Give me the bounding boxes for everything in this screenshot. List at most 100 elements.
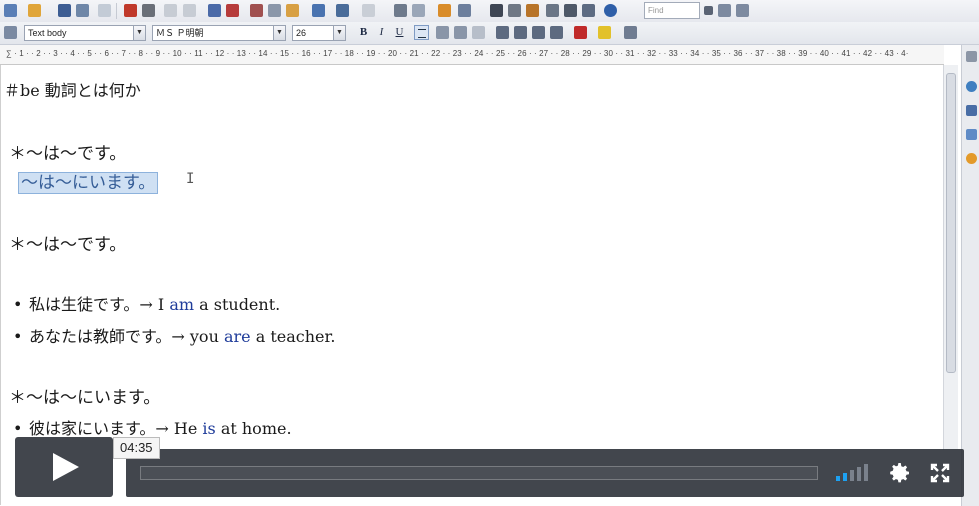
spellcheck-icon[interactable] xyxy=(208,4,221,17)
find-previous-icon[interactable] xyxy=(736,4,749,17)
align-left-button[interactable] xyxy=(414,25,429,40)
save-icon[interactable] xyxy=(58,4,71,17)
find-binoculars-icon[interactable] xyxy=(490,4,503,17)
zoom-icon[interactable] xyxy=(582,4,595,17)
redo-icon[interactable] xyxy=(362,4,375,17)
sidebar-deck xyxy=(961,45,979,506)
bullet-item-2: • あなたは教師です。→ you are a teacher. xyxy=(13,323,335,347)
format-paintbrush-icon[interactable] xyxy=(312,4,325,17)
data-sources-icon[interactable] xyxy=(526,4,539,17)
background-color-icon[interactable] xyxy=(624,26,637,39)
font-color-icon[interactable] xyxy=(574,26,587,39)
help-icon[interactable] xyxy=(604,4,617,17)
section-heading-2: ＊～は～です。 xyxy=(9,235,127,255)
print-icon[interactable] xyxy=(142,4,155,17)
copy-icon[interactable] xyxy=(268,4,281,17)
font-size-value: 26 xyxy=(296,28,307,38)
justify-icon[interactable] xyxy=(472,26,485,39)
selected-text[interactable]: ～は～にいます。 xyxy=(18,168,159,194)
bullet-item-1: • 私は生徒です。→ I am a student. xyxy=(13,291,280,315)
verb-highlight: are xyxy=(223,327,251,346)
align-left-icon xyxy=(417,29,426,38)
nonprinting-chars-icon[interactable] xyxy=(546,4,559,17)
align-right-icon[interactable] xyxy=(454,26,467,39)
formatting-marks-icon[interactable] xyxy=(564,4,577,17)
bullet-text-rest: at home. xyxy=(215,419,292,438)
bullet-text-rest: a student. xyxy=(194,295,281,314)
progress-bar[interactable] xyxy=(140,466,818,480)
document-title: ＃be 動詞とは何か xyxy=(4,81,141,100)
gallery-icon[interactable] xyxy=(508,4,521,17)
paste-icon[interactable] xyxy=(286,4,299,17)
bullet-text-rest: a teacher. xyxy=(250,327,336,346)
font-size-select[interactable]: 26 ▼ xyxy=(292,25,346,41)
find-next-icon[interactable] xyxy=(718,4,731,17)
navigator-compass-icon[interactable] xyxy=(966,153,977,164)
formatting-toolbar: Text body ▼ ＭＳ Ｐ明朝 ▼ 26 ▼ B I U xyxy=(0,22,979,45)
paragraph-style-select[interactable]: Text body ▼ xyxy=(24,25,146,41)
chevron-down-icon[interactable]: ▼ xyxy=(273,26,285,40)
globe-icon[interactable] xyxy=(966,81,977,92)
play-button[interactable] xyxy=(15,437,113,497)
settings-gear-icon[interactable] xyxy=(888,461,912,485)
undo-icon[interactable] xyxy=(336,4,349,17)
font-name-select[interactable]: ＭＳ Ｐ明朝 ▼ xyxy=(152,25,286,41)
play-icon xyxy=(53,453,79,481)
properties-icon[interactable] xyxy=(966,51,977,62)
horizontal-ruler[interactable]: ∑ · 1 · · 2 · · 3 · · 4 · · 5 · · 6 · · … xyxy=(0,45,944,65)
chevron-down-icon[interactable]: ▼ xyxy=(133,26,145,40)
cut-icon[interactable] xyxy=(250,4,263,17)
bullet-item-3: • 彼は家にいます。→ He is at home. xyxy=(13,415,292,439)
standard-toolbar: Find xyxy=(0,0,979,23)
verb-highlight: am xyxy=(169,295,195,314)
paragraph-style-value: Text body xyxy=(28,28,67,38)
print-preview-icon[interactable] xyxy=(164,4,177,17)
volume-icon[interactable] xyxy=(834,463,874,483)
font-name-value: ＭＳ Ｐ明朝 xyxy=(156,28,204,38)
gallery-icon[interactable] xyxy=(966,129,977,140)
section-heading-1: ＊～は～です。 xyxy=(9,144,127,164)
text-selection[interactable]: ～は～にいます。 xyxy=(18,172,159,194)
bullet-text: あなたは教師です。→ you xyxy=(29,327,224,346)
player-control-bar xyxy=(126,449,964,497)
bullet-text: 私は生徒です。→ I xyxy=(29,295,170,314)
highlighting-icon[interactable] xyxy=(598,26,611,39)
autospellcheck-icon[interactable] xyxy=(226,4,239,17)
scrollbar-thumb[interactable] xyxy=(946,73,956,373)
fullscreen-icon[interactable] xyxy=(930,463,950,483)
numbering-icon[interactable] xyxy=(496,26,509,39)
increase-indent-icon[interactable] xyxy=(550,26,563,39)
chevron-down-icon[interactable]: ▼ xyxy=(333,26,345,40)
bold-button[interactable]: B xyxy=(356,25,371,40)
find-dropdown-icon[interactable] xyxy=(704,6,713,15)
toolbar-separator xyxy=(116,3,117,19)
vertical-scrollbar[interactable] xyxy=(943,65,958,450)
find-input[interactable]: Find xyxy=(644,2,700,19)
styles-formatting-icon[interactable] xyxy=(4,26,17,39)
bullet-marker: • xyxy=(13,419,23,438)
edit-file-icon[interactable] xyxy=(76,4,89,17)
text-cursor-ibeam-icon: I xyxy=(186,171,195,187)
show-draw-icon[interactable] xyxy=(438,4,451,17)
bullet-text: 彼は家にいます。→ He xyxy=(29,419,203,438)
new-document-icon[interactable] xyxy=(4,4,17,17)
verb-highlight: is xyxy=(202,419,216,438)
underline-button[interactable]: U xyxy=(392,25,407,40)
bullet-marker: • xyxy=(13,327,23,346)
navigator-icon[interactable] xyxy=(458,4,471,17)
decrease-indent-icon[interactable] xyxy=(532,26,545,39)
section-heading-3: ＊～は～にいます。 xyxy=(9,388,161,408)
hyperlink-icon[interactable] xyxy=(394,4,407,17)
table-icon[interactable] xyxy=(412,4,425,17)
open-folder-icon[interactable] xyxy=(28,4,41,17)
timecode-tooltip: 04:35 xyxy=(113,437,160,459)
export-pdf-icon[interactable] xyxy=(124,4,137,17)
ruler-marks: ∑ · 1 · · 2 · · 3 · · 4 · · 5 · · 6 · · … xyxy=(6,49,909,58)
email-icon[interactable] xyxy=(98,4,111,17)
page-preview-icon[interactable] xyxy=(183,4,196,17)
styles-icon[interactable] xyxy=(966,105,977,116)
align-center-icon[interactable] xyxy=(436,26,449,39)
bullets-icon[interactable] xyxy=(514,26,527,39)
italic-button[interactable]: I xyxy=(374,25,389,40)
bullet-marker: • xyxy=(13,295,23,314)
